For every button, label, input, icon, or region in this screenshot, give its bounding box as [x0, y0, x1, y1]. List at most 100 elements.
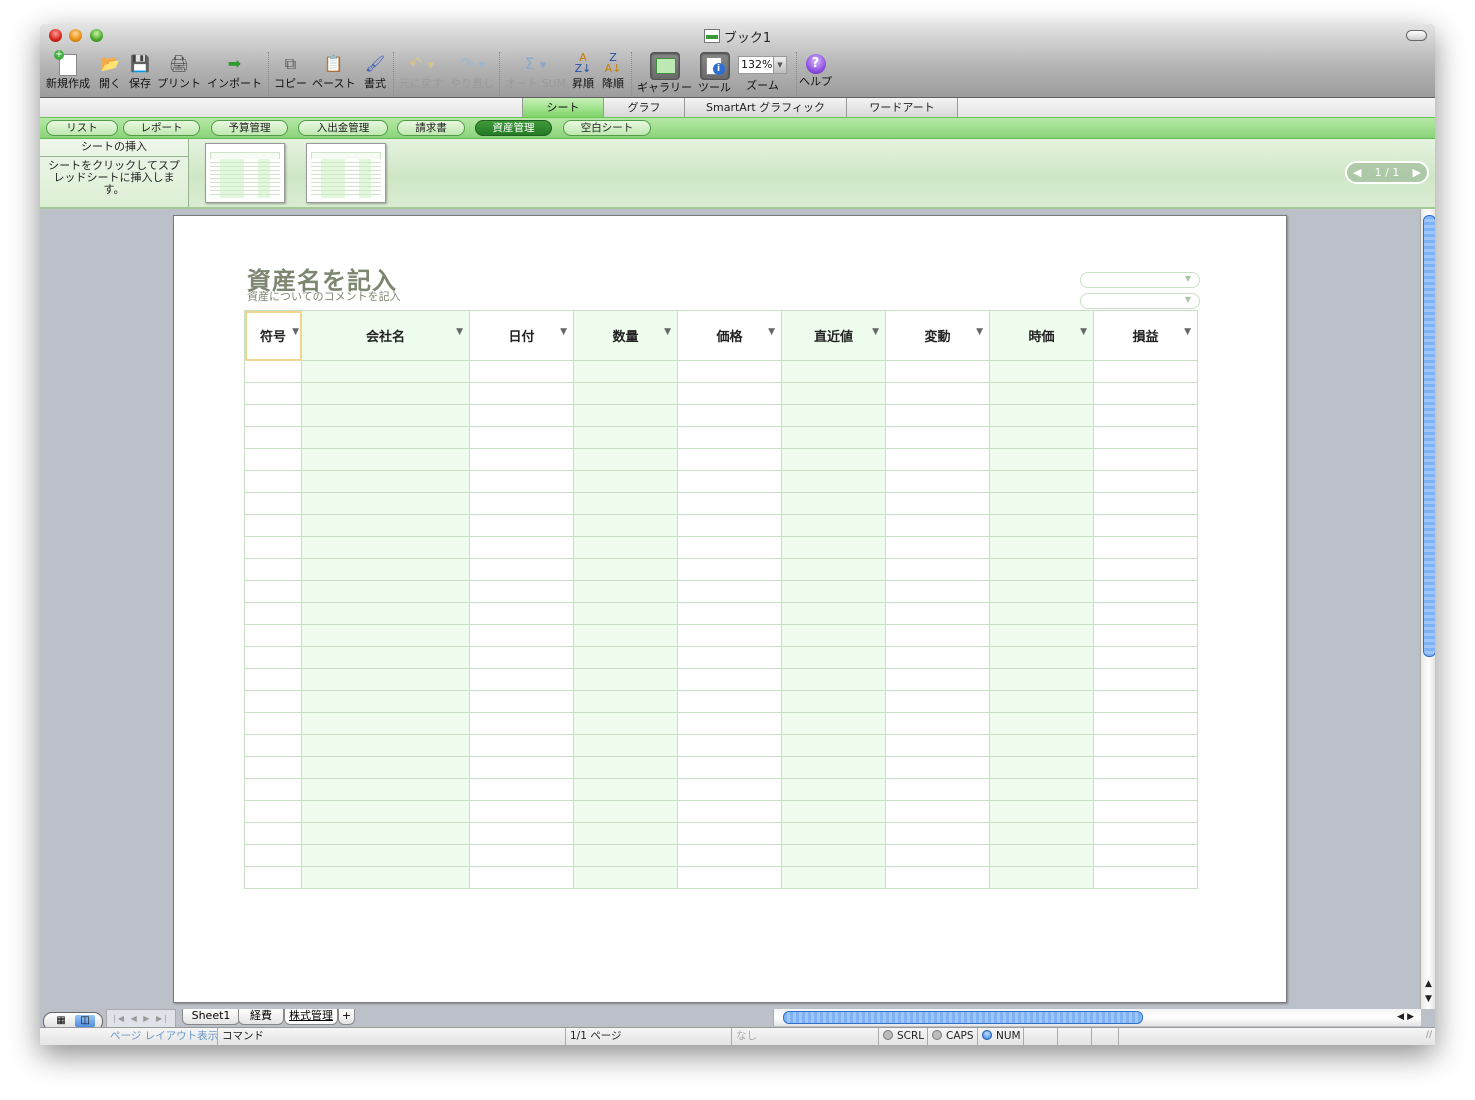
table-cell[interactable] — [781, 360, 886, 383]
zoom-value[interactable]: 132% — [738, 56, 774, 74]
table-cell[interactable] — [244, 712, 302, 735]
table-cell[interactable] — [469, 756, 574, 779]
table-cell[interactable] — [244, 778, 302, 801]
column-header[interactable]: 日付 ▼ — [469, 310, 574, 361]
table-cell[interactable] — [781, 712, 886, 735]
filter-dropdown[interactable]: ▼ — [1080, 293, 1200, 309]
add-sheet-button[interactable]: + — [338, 1009, 355, 1025]
table-cell[interactable] — [781, 558, 886, 581]
table-cell[interactable] — [1093, 712, 1198, 735]
table-cell[interactable] — [677, 866, 782, 889]
table-cell[interactable] — [989, 558, 1094, 581]
table-cell[interactable] — [1093, 800, 1198, 823]
table-cell[interactable] — [989, 866, 1094, 889]
table-cell[interactable] — [573, 514, 678, 537]
format-button[interactable]: 🖌 書式 — [363, 52, 387, 90]
gallery-button[interactable]: ギャラリー — [637, 52, 692, 94]
table-cell[interactable] — [781, 624, 886, 647]
table-cell[interactable] — [989, 514, 1094, 537]
table-cell[interactable] — [989, 470, 1094, 493]
category-blank-sheet[interactable]: 空白シート — [563, 120, 651, 136]
table-cell[interactable] — [244, 734, 302, 757]
table-cell[interactable] — [781, 778, 886, 801]
table-cell[interactable] — [244, 360, 302, 383]
table-cell[interactable] — [1093, 360, 1198, 383]
table-cell[interactable] — [677, 448, 782, 471]
table-cell[interactable] — [885, 778, 990, 801]
table-cell[interactable] — [469, 800, 574, 823]
table-cell[interactable] — [885, 536, 990, 559]
table-cell[interactable] — [1093, 536, 1198, 559]
save-button[interactable]: 💾 保存 — [128, 52, 152, 90]
template-thumbnail[interactable] — [205, 143, 285, 203]
table-cell[interactable] — [885, 382, 990, 405]
table-cell[interactable] — [677, 756, 782, 779]
redo-button[interactable]: ↷ ▾ やり直し — [450, 52, 494, 90]
table-cell[interactable] — [885, 558, 990, 581]
tab-smartart[interactable]: SmartArt グラフィック — [684, 98, 847, 117]
filter-arrow-icon[interactable]: ▼ — [1080, 327, 1087, 337]
table-cell[interactable] — [1093, 558, 1198, 581]
table-cell[interactable] — [989, 822, 1094, 845]
table-cell[interactable] — [244, 844, 302, 867]
table-cell[interactable] — [1093, 580, 1198, 603]
table-cell[interactable] — [677, 624, 782, 647]
table-cell[interactable] — [677, 426, 782, 449]
table-cell[interactable] — [989, 712, 1094, 735]
sheet-tab-stock-management[interactable]: 株式管理 — [284, 1009, 338, 1025]
table-cell[interactable] — [1093, 844, 1198, 867]
table-cell[interactable] — [301, 426, 470, 449]
table-cell[interactable] — [469, 514, 574, 537]
table-cell[interactable] — [989, 844, 1094, 867]
table-cell[interactable] — [989, 646, 1094, 669]
table-cell[interactable] — [677, 404, 782, 427]
table-cell[interactable] — [469, 866, 574, 889]
table-cell[interactable] — [301, 470, 470, 493]
normal-view-icon[interactable]: ▦ — [51, 1015, 71, 1027]
column-header[interactable]: 損益 ▼ — [1093, 310, 1198, 361]
table-cell[interactable] — [989, 536, 1094, 559]
table-cell[interactable] — [885, 712, 990, 735]
vertical-scrollbar[interactable]: ▲ ▼ — [1420, 209, 1435, 1009]
table-cell[interactable] — [301, 514, 470, 537]
tab-chart[interactable]: グラフ — [603, 98, 685, 117]
table-cell[interactable] — [677, 514, 782, 537]
table-cell[interactable] — [885, 844, 990, 867]
filter-arrow-icon[interactable]: ▼ — [976, 327, 983, 337]
table-cell[interactable] — [301, 756, 470, 779]
filter-arrow-icon[interactable]: ▼ — [456, 327, 463, 337]
table-cell[interactable] — [469, 734, 574, 757]
table-cell[interactable] — [781, 426, 886, 449]
scroll-up-icon[interactable]: ▲ — [1421, 977, 1435, 992]
table-cell[interactable] — [244, 602, 302, 625]
scroll-right-icon[interactable]: ▶ — [1407, 1012, 1417, 1022]
table-cell[interactable] — [469, 844, 574, 867]
table-cell[interactable] — [469, 822, 574, 845]
table-cell[interactable] — [244, 514, 302, 537]
table-cell[interactable] — [1093, 756, 1198, 779]
table-cell[interactable] — [469, 492, 574, 515]
table-cell[interactable] — [989, 382, 1094, 405]
category-asset-management[interactable]: 資産管理 — [475, 120, 552, 136]
table-cell[interactable] — [244, 624, 302, 647]
table-cell[interactable] — [244, 492, 302, 515]
table-cell[interactable] — [1093, 778, 1198, 801]
table-cell[interactable] — [781, 822, 886, 845]
table-cell[interactable] — [885, 514, 990, 537]
table-cell[interactable] — [1093, 492, 1198, 515]
table-cell[interactable] — [1093, 690, 1198, 713]
table-cell[interactable] — [1093, 624, 1198, 647]
vertical-scroll-thumb[interactable] — [1423, 215, 1435, 657]
new-workbook-button[interactable]: + 新規作成 — [46, 50, 90, 90]
vertical-scroll-arrows[interactable]: ▲ ▼ — [1421, 977, 1435, 1007]
table-cell[interactable] — [885, 624, 990, 647]
table-cell[interactable] — [781, 492, 886, 515]
table-cell[interactable] — [301, 712, 470, 735]
table-cell[interactable] — [244, 690, 302, 713]
table-cell[interactable] — [301, 536, 470, 559]
table-cell[interactable] — [244, 426, 302, 449]
table-cell[interactable] — [677, 822, 782, 845]
filter-arrow-icon[interactable]: ▼ — [664, 327, 671, 337]
paste-button[interactable]: 📋 ペースト — [312, 52, 355, 90]
table-cell[interactable] — [989, 624, 1094, 647]
